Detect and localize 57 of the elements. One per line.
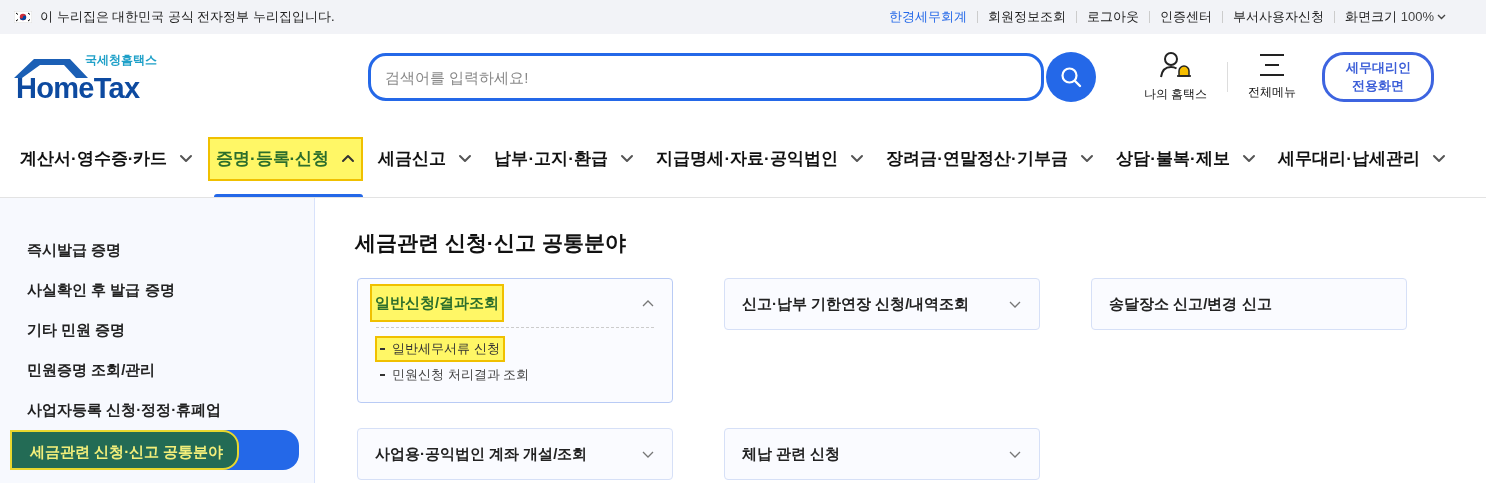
top-link[interactable]: 로그아웃 xyxy=(1086,7,1139,27)
caret-down-icon xyxy=(1079,152,1094,165)
sidebar-item[interactable]: 기타 민원 증명 xyxy=(0,310,314,350)
menu-icon xyxy=(1259,53,1286,77)
top-link[interactable]: 한경세무회계 xyxy=(888,7,967,27)
tax-agent-button[interactable]: 세무대리인 전용화면 xyxy=(1322,52,1435,102)
all-menu-button[interactable]: 전체메뉴 xyxy=(1248,53,1297,101)
hometax-logo[interactable]: 국세청홈택스 HomeTax xyxy=(12,54,162,104)
top-link[interactable]: 부서사용자신청 xyxy=(1232,7,1324,27)
sub-menu-link[interactable]: 일반세무서류 신청 xyxy=(375,336,505,362)
card-title: 일반신청/결과조회 xyxy=(370,283,505,323)
expand-chevron-icon xyxy=(1009,299,1021,309)
card-title: 사업용·공익법인 계좌 개설/조회 xyxy=(374,443,589,464)
caret-down-icon xyxy=(619,152,634,165)
menu-card[interactable]: 신고·납부 기한연장 신청/내역조회 xyxy=(724,278,1040,330)
nav-tab[interactable]: 계산서·영수증·카드 xyxy=(12,136,202,181)
flag-icon xyxy=(14,11,32,23)
menu-card[interactable]: 체납 관련 신청 xyxy=(724,428,1040,480)
nav-tab[interactable]: 장려금·연말정산·기부금 xyxy=(878,136,1102,181)
search-field[interactable]: 검색어를 입력하세요! xyxy=(368,53,1044,101)
nav-tab[interactable]: 상담·불복·제보 xyxy=(1108,136,1264,181)
sidebar-item[interactable]: 민원증명 조회/관리 xyxy=(0,350,314,390)
caret-down-icon xyxy=(1431,152,1446,165)
card-title: 신고·납부 기한연장 신청/내역조회 xyxy=(741,293,971,314)
search-icon xyxy=(1060,66,1082,88)
nav-tab[interactable]: 증명·등록·신청 xyxy=(207,136,364,181)
top-link[interactable]: 회원정보조회 xyxy=(987,7,1066,27)
menu-card[interactable]: 일반신청/결과조회 일반세무서류 신청 민원신청 처리결과 조회 xyxy=(357,278,673,403)
sidebar-item[interactable]: 즉시발급 증명 xyxy=(0,230,314,270)
caret-down-icon xyxy=(457,152,472,165)
section-title: 세금관련 신청·신고 공통분야 xyxy=(355,230,627,256)
nav-tab[interactable]: 지급명세·자료·공익법인 xyxy=(648,136,872,181)
nav-tab[interactable]: 세무대리·납세관리 xyxy=(1270,136,1454,181)
expand-chevron-icon xyxy=(1009,449,1021,459)
menu-card[interactable]: 사업용·공익법인 계좌 개설/조회 xyxy=(357,428,673,480)
card-title: 송달장소 신고/변경 신고 xyxy=(1108,293,1273,314)
nav-tab[interactable]: 세금신고 xyxy=(369,136,480,181)
caret-icon xyxy=(1437,14,1446,20)
gov-banner-text: 이 누리집은 대한민국 공식 전자정부 누리집입니다. xyxy=(40,8,335,27)
card-title: 체납 관련 신청 xyxy=(741,443,842,464)
menu-card[interactable]: 송달장소 신고/변경 신고 xyxy=(1091,278,1407,330)
sub-menu-link[interactable]: 민원신청 처리결과 조회 xyxy=(375,362,535,388)
zoom-label: 화면크기 xyxy=(1344,8,1397,27)
nav-tab[interactable]: 납부·고지·환급 xyxy=(486,136,642,181)
caret-up-icon xyxy=(341,152,356,165)
user-bell-icon xyxy=(1159,51,1192,79)
my-hometax-button[interactable]: 나의 홈택스 xyxy=(1144,51,1208,103)
sidebar-item[interactable]: 사실확인 후 발급 증명 xyxy=(0,270,314,310)
top-link[interactable]: 인증센터 xyxy=(1159,7,1212,27)
collapse-chevron-icon xyxy=(642,298,654,308)
caret-down-icon xyxy=(849,152,864,165)
zoom-dropdown[interactable]: 100% xyxy=(1400,7,1446,27)
search-button[interactable] xyxy=(1046,52,1096,102)
caret-down-icon xyxy=(179,152,194,165)
caret-down-icon xyxy=(1241,152,1256,165)
sidebar-item[interactable]: 사업자등록 신청·정정·휴폐업 xyxy=(0,390,314,430)
expand-chevron-icon xyxy=(642,449,654,459)
